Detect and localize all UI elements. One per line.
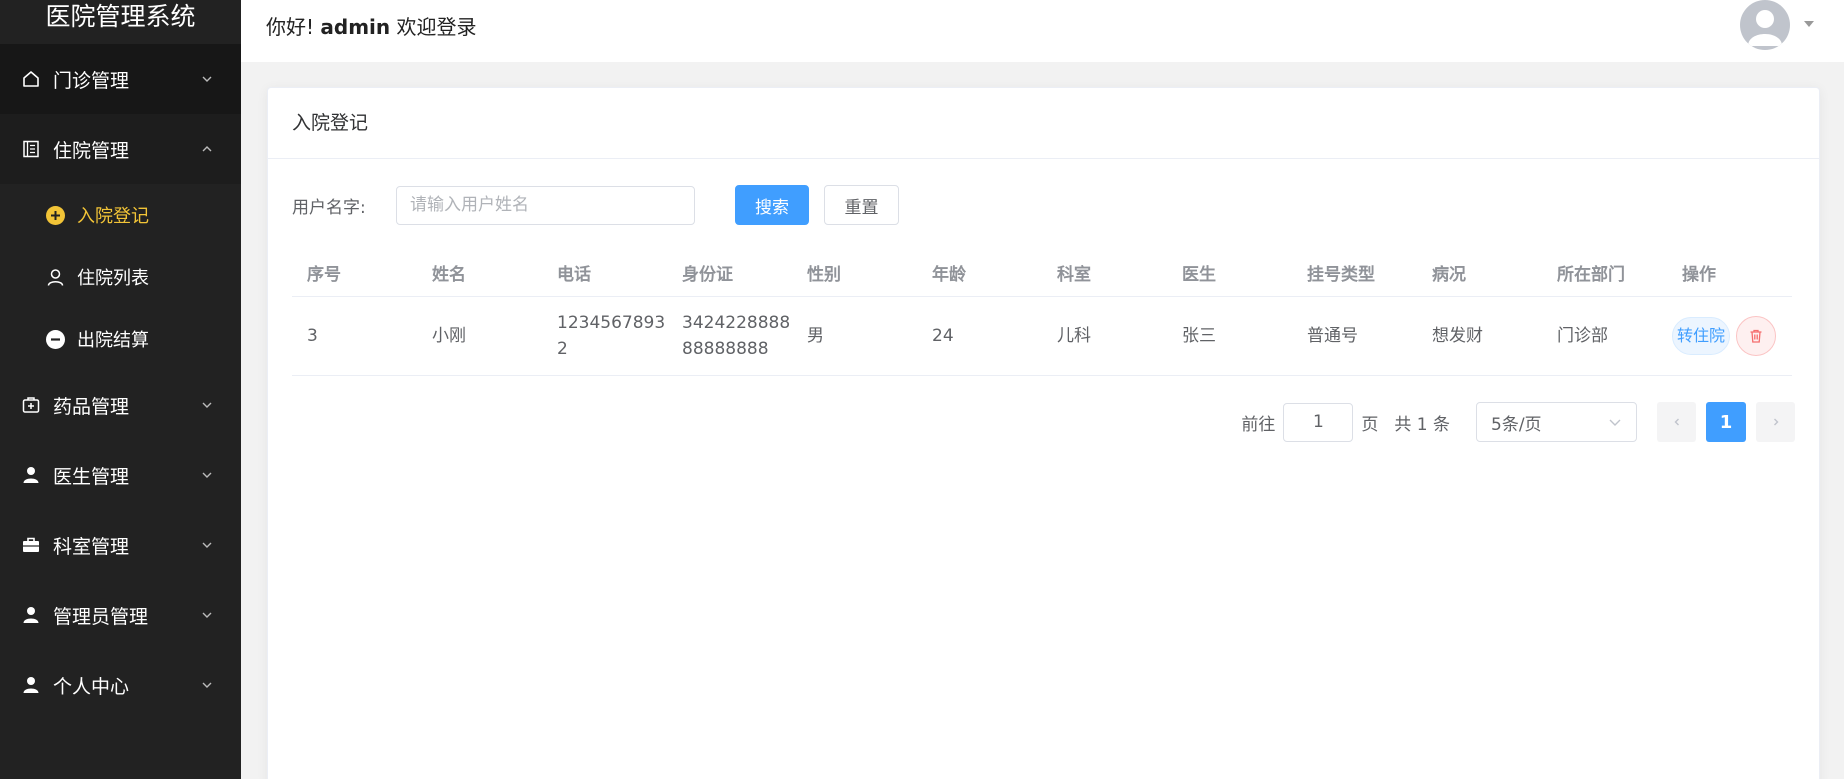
- cell-condition: 想发财: [1432, 326, 1483, 346]
- pagination-page-unit: 页: [1361, 414, 1379, 435]
- submenu-item-label: 住院列表: [77, 268, 149, 289]
- table-header: 序号 姓名 电话 身份证 性别 年龄 科室 医生 挂号类型 病况 所在部门 操作: [292, 248, 1792, 297]
- sidebar-item-medicine[interactable]: 药品管理: [0, 370, 241, 440]
- user-icon: [21, 605, 41, 625]
- chevron-left-icon: [1674, 418, 1679, 426]
- table-header-cell: 性别: [807, 264, 841, 285]
- user-icon: [21, 465, 41, 485]
- patient-table: 序号 姓名 电话 身份证 性别 年龄 科室 医生 挂号类型 病况 所在部门 操作…: [292, 248, 1792, 376]
- cell-gender: 男: [807, 326, 824, 346]
- pagination-total: 共 1 条: [1394, 414, 1450, 435]
- plus-circle-icon: [45, 205, 66, 226]
- submenu-item-label: 出院结算: [77, 330, 149, 351]
- cell-doctor: 张三: [1182, 326, 1216, 346]
- home-icon: [21, 69, 41, 89]
- sidebar-item-label: 门诊管理: [53, 69, 130, 92]
- submenu-item-inpatient-list[interactable]: 住院列表: [0, 246, 241, 308]
- cell-division: 门诊部: [1557, 326, 1608, 346]
- greeting-suffix: 欢迎登录: [396, 15, 477, 39]
- greeting-prefix: 你好!: [266, 15, 315, 39]
- username: admin: [320, 15, 391, 39]
- cell-id: 3: [307, 326, 318, 346]
- search-button[interactable]: 搜索: [735, 185, 809, 225]
- pagination-goto-label: 前往: [1241, 414, 1276, 435]
- sidebar-item-label: 管理员管理: [53, 605, 149, 628]
- chevron-down-icon: [1609, 419, 1621, 426]
- cell-age: 24: [932, 326, 954, 346]
- chevron-down-icon: [202, 472, 212, 478]
- pagination-page-input[interactable]: [1283, 402, 1354, 442]
- minus-circle-icon: [45, 329, 66, 350]
- transfer-button[interactable]: 转住院: [1672, 317, 1731, 355]
- page-size-value: 5条/页: [1491, 414, 1542, 435]
- sidebar-item-label: 住院管理: [53, 139, 130, 162]
- table-header-cell: 挂号类型: [1307, 264, 1375, 285]
- table-header-cell: 序号: [307, 264, 341, 285]
- table-header-cell: 年龄: [932, 264, 966, 285]
- next-page-button[interactable]: [1756, 402, 1795, 442]
- page-number-button[interactable]: 1: [1706, 402, 1746, 442]
- chevron-down-icon: [202, 612, 212, 618]
- search-label: 用户名字:: [292, 197, 366, 218]
- greeting: 你好! admin 欢迎登录: [266, 11, 477, 40]
- cell-id-card: 342422888888888888: [682, 313, 791, 359]
- chevron-down-icon: [202, 542, 212, 548]
- cell-department: 儿科: [1057, 326, 1091, 346]
- sidebar-item-inpatient[interactable]: 住院管理: [0, 114, 241, 184]
- chevron-up-icon: [202, 146, 212, 152]
- medkit-icon: [21, 395, 41, 415]
- search-input[interactable]: [396, 185, 695, 225]
- top-header: 你好! admin 欢迎登录: [241, 0, 1844, 62]
- briefcase-icon: [21, 535, 41, 555]
- table-header-cell: 电话: [557, 264, 591, 285]
- sidebar-item-outpatient[interactable]: 门诊管理: [0, 44, 241, 114]
- cell-name: 小刚: [432, 326, 466, 346]
- app-title: 医院管理系统: [45, 2, 196, 31]
- submenu-item-admission[interactable]: 入院登记: [0, 184, 241, 246]
- user-icon: [21, 675, 41, 695]
- table-header-cell: 医生: [1182, 264, 1216, 285]
- person-outline-icon: [45, 267, 66, 288]
- card-title: 入院登记: [268, 88, 1819, 159]
- table-header-cell: 病况: [1432, 264, 1466, 285]
- chevron-down-icon: [202, 402, 212, 408]
- sidebar-item-label: 医生管理: [53, 465, 130, 488]
- table-row: 3 小刚 12345678932 342422888888888888 男 24…: [292, 297, 1792, 376]
- trash-icon: [1750, 329, 1762, 343]
- chevron-down-icon: [202, 76, 212, 82]
- document-icon: [21, 139, 41, 159]
- user-avatar-icon: [1748, 10, 1782, 46]
- table-header-cell: 科室: [1057, 264, 1091, 285]
- submenu-item-label: 入院登记: [77, 206, 149, 227]
- sidebar-item-label: 药品管理: [53, 395, 130, 418]
- prev-page-button[interactable]: [1657, 402, 1696, 442]
- search-form: 用户名字: 搜索 重置: [292, 185, 899, 225]
- sidebar-item-doctor[interactable]: 医生管理: [0, 440, 241, 510]
- admission-card: 入院登记 用户名字: 搜索 重置 序号 姓名 电话 身份证 性别 年龄 科室 医…: [267, 87, 1820, 779]
- chevron-right-icon: [1773, 418, 1778, 426]
- table-header-cell: 所在部门: [1557, 264, 1625, 285]
- pagination: 前往 页 共 1 条 5条/页 1: [1233, 402, 1795, 442]
- table-header-cell: 操作: [1682, 264, 1716, 285]
- sidebar-item-profile[interactable]: 个人中心: [0, 650, 241, 720]
- submenu-item-discharge[interactable]: 出院结算: [0, 308, 241, 370]
- sidebar-item-label: 科室管理: [53, 535, 130, 558]
- cell-phone: 12345678932: [557, 313, 666, 359]
- cell-actions: 转住院: [1667, 316, 1792, 356]
- page-size-select[interactable]: 5条/页: [1476, 402, 1637, 442]
- sidebar-item-label: 个人中心: [53, 675, 130, 698]
- reset-button[interactable]: 重置: [824, 185, 899, 225]
- caret-down-icon[interactable]: [1803, 18, 1815, 30]
- sidebar-item-department[interactable]: 科室管理: [0, 510, 241, 580]
- chevron-down-icon: [202, 682, 212, 688]
- table-header-cell: 身份证: [682, 264, 733, 285]
- table-header-cell: 姓名: [432, 264, 466, 285]
- delete-button[interactable]: [1736, 316, 1777, 356]
- sidebar-item-admin[interactable]: 管理员管理: [0, 580, 241, 650]
- sidebar: 医院管理系统 门诊管理 住院管理 入院登记 住院列表 出院结算 药品管理 医生管…: [0, 0, 241, 779]
- cell-reg-type: 普通号: [1307, 326, 1358, 346]
- avatar[interactable]: [1740, 0, 1790, 50]
